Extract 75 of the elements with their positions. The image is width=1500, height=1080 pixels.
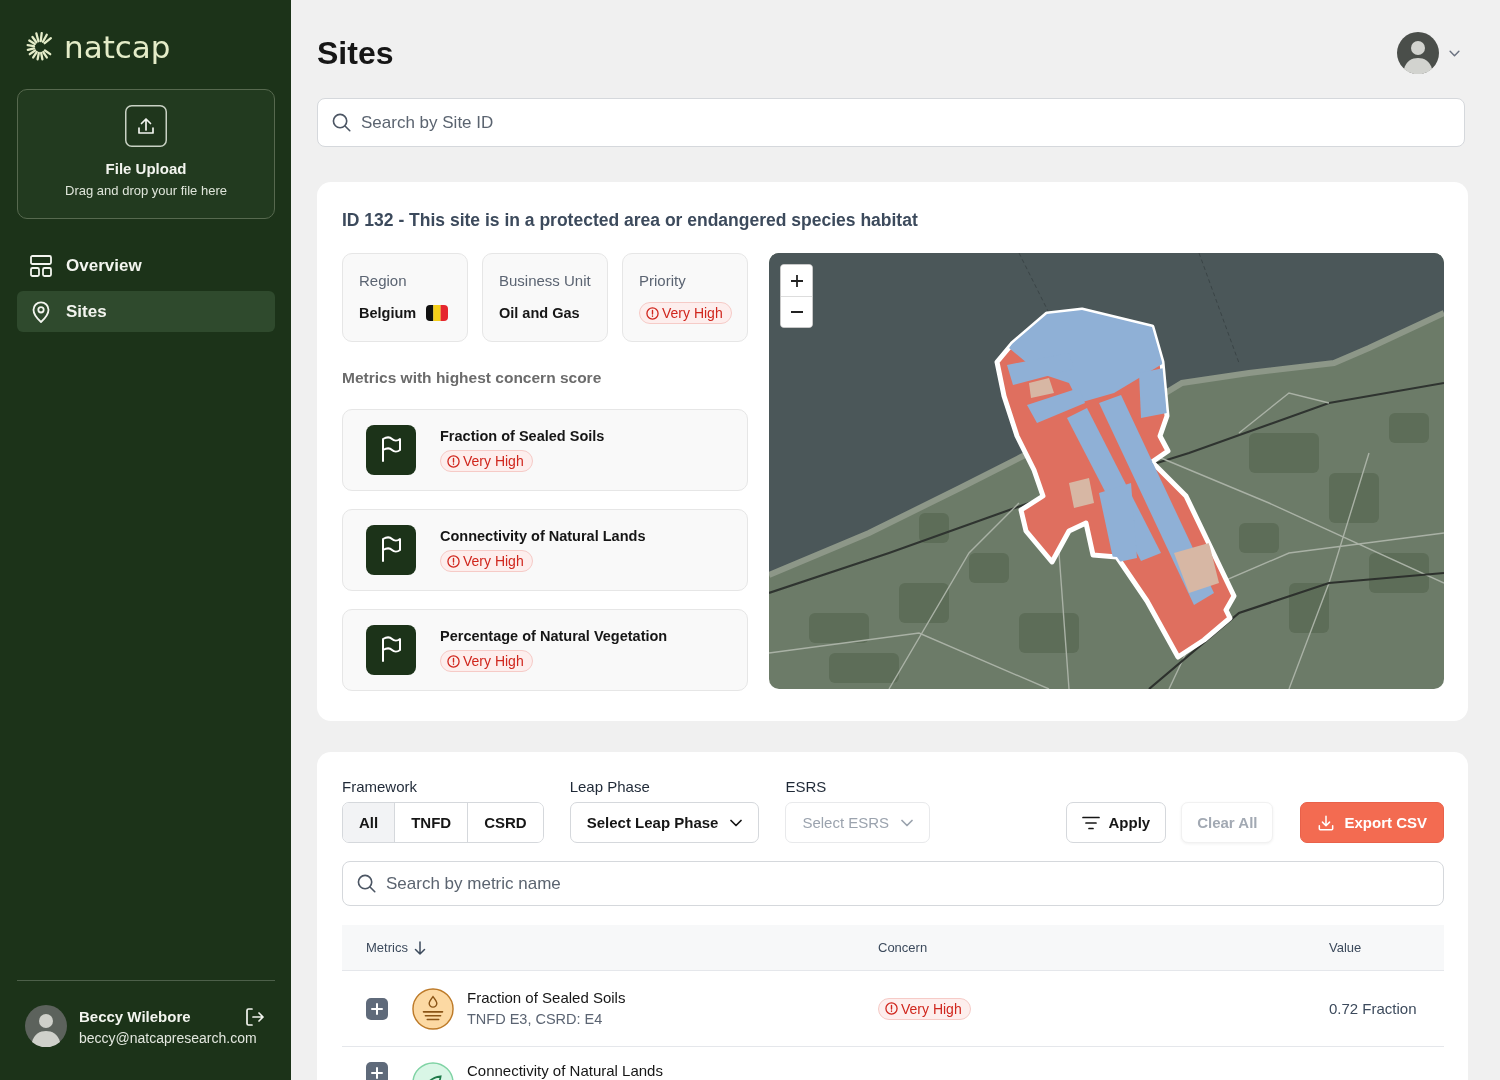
filter-label: Leap Phase — [569, 778, 651, 796]
filter-label: Framework — [342, 778, 418, 796]
logo-icon — [25, 32, 55, 62]
leap-phase-dropdown[interactable]: Select Leap Phase — [569, 802, 760, 843]
concern-text: Very High — [463, 553, 524, 569]
column-header[interactable]: Metrics — [366, 940, 426, 955]
minus-icon — [789, 311, 804, 313]
upload-hint: Drag and drop your file here — [65, 183, 227, 199]
logo-text: natcap — [64, 28, 171, 66]
user-name: Beccy Wilebore — [79, 1008, 191, 1025]
metric-name: Fraction of Sealed Soils — [440, 428, 605, 444]
info-label: Priority — [639, 271, 687, 291]
upload-title: File Upload — [105, 159, 187, 179]
user-email: beccy@natcapresearch.com — [79, 1029, 258, 1046]
metric-value: 0.72 Fraction — [1329, 999, 1417, 1017]
download-icon — [1317, 814, 1336, 831]
nav-item[interactable]: Sites — [17, 291, 275, 332]
zoom-out-button[interactable] — [781, 296, 812, 327]
framework-codes: TNFD E3, CSRD: E4 — [467, 1010, 604, 1028]
map-drawing[interactable] — [769, 253, 1444, 689]
nav-item[interactable]: Overview — [17, 245, 275, 286]
file-upload-dropzone[interactable]: File Upload Drag and drop your file here — [17, 89, 275, 219]
info-value: Belgium — [359, 305, 417, 321]
flag-icon — [366, 425, 416, 475]
apply-button[interactable]: Apply — [1065, 802, 1167, 843]
map-pin-icon — [30, 300, 52, 323]
info-label: Business Unit — [499, 271, 591, 291]
tricolor-flag-icon — [426, 305, 449, 321]
expand-icon[interactable] — [366, 997, 388, 1020]
alert-icon — [885, 1002, 898, 1015]
logout-button[interactable] — [245, 1006, 265, 1027]
site-area-shape[interactable] — [994, 307, 1237, 660]
arrow-down-icon — [413, 940, 426, 955]
filter-label: ESRS — [785, 778, 828, 796]
framework-tab[interactable]: CSRD — [467, 803, 543, 842]
layout-icon — [30, 254, 52, 277]
upload-icon — [125, 105, 167, 147]
column-header[interactable]: Value — [1329, 940, 1362, 955]
flag-icon — [366, 525, 416, 575]
site-search-field[interactable]: Search by Site ID — [317, 98, 1465, 147]
avatar-icon — [1397, 32, 1439, 74]
metric-name: Percentage of Natural Vegetation — [440, 628, 668, 644]
filter-icon — [1081, 814, 1100, 831]
metric-name: Connectivity of Natural Lands — [467, 1062, 663, 1080]
chevron-down-icon — [730, 818, 743, 827]
water-drop-icon — [412, 987, 454, 1030]
section-heading: Metrics with highest concern score — [342, 368, 603, 388]
concern-text: Very High — [463, 453, 524, 469]
expand-icon[interactable] — [366, 1062, 388, 1080]
column-header[interactable]: Concern — [878, 940, 928, 955]
flag-icon — [366, 625, 416, 675]
concern-text: Very High — [901, 1000, 962, 1017]
metric-name: Connectivity of Natural Lands — [440, 528, 646, 544]
plus-icon — [789, 273, 804, 288]
alert-icon — [447, 654, 460, 668]
page-title: Sites — [317, 34, 394, 72]
alert-icon — [447, 554, 460, 568]
info-label: Region — [359, 271, 408, 291]
concern-text: Very High — [463, 653, 524, 669]
info-value: Oil and Gas — [499, 305, 580, 321]
alert-icon — [447, 454, 460, 468]
chevron-down-icon — [901, 818, 914, 827]
metric-card[interactable]: Percentage of Natural Vegetation Very High — [342, 609, 748, 691]
logout-icon — [245, 1006, 265, 1027]
account-menu-button[interactable] — [1397, 32, 1460, 74]
metric-card[interactable]: Fraction of Sealed Soils Very High — [342, 409, 748, 491]
metric-card[interactable]: Connectivity of Natural Lands Very High — [342, 509, 748, 591]
site-heading: ID 132 - This site is in a protected area or endangered species habitat — [342, 209, 919, 232]
concern-text: Very High — [662, 305, 723, 321]
metric-search-field[interactable]: Search by metric name — [342, 861, 1444, 906]
chevron-down-icon — [1449, 49, 1460, 57]
avatar-icon — [25, 1005, 67, 1047]
metric-name: Fraction of Sealed Soils — [467, 989, 626, 1007]
framework-tab[interactable]: All — [343, 803, 395, 842]
alert-icon — [646, 306, 659, 320]
